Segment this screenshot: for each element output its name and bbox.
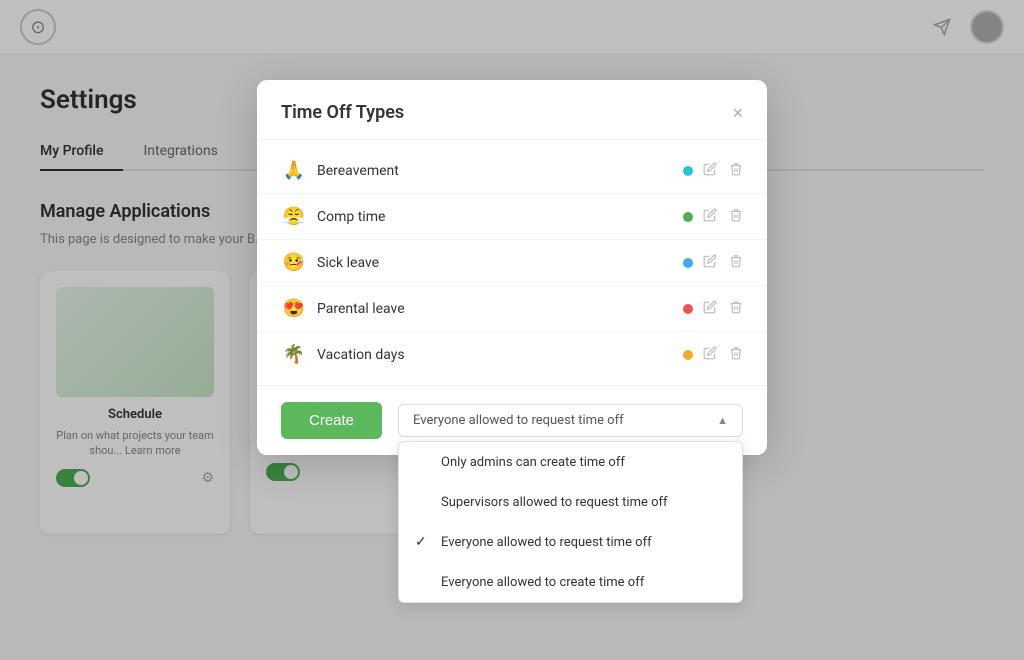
dropdown-option-supervisors[interactable]: Supervisors allowed to request time off: [399, 482, 742, 522]
create-button[interactable]: Create: [281, 402, 382, 439]
comptime-edit-icon[interactable]: [703, 208, 717, 226]
chevron-up-icon: ▲: [717, 414, 728, 427]
vacationdays-dot: [683, 350, 693, 360]
bereavement-edit-icon[interactable]: [703, 162, 717, 180]
permissions-dropdown-wrapper: Everyone allowed to request time off ▲ O…: [398, 404, 743, 437]
sickleave-actions: [703, 254, 743, 272]
sickleave-delete-icon[interactable]: [729, 254, 743, 272]
bereavement-delete-icon[interactable]: [729, 162, 743, 180]
list-item: 🤒 Sick leave: [257, 240, 767, 286]
modal-title: Time Off Types: [281, 102, 404, 123]
dropdown-option-everyone-create-label: Everyone allowed to create time off: [441, 575, 644, 590]
check-icon-admins: [415, 454, 431, 470]
comptime-emoji: 😤: [281, 206, 307, 227]
dropdown-option-everyone-create[interactable]: Everyone allowed to create time off: [399, 562, 742, 602]
permissions-dropdown-menu: Only admins can create time off Supervis…: [398, 441, 743, 603]
parentalleave-dot: [683, 304, 693, 314]
sickleave-emoji: 🤒: [281, 252, 307, 273]
bereavement-emoji: 🙏: [281, 160, 307, 181]
list-item: 😤 Comp time: [257, 194, 767, 240]
sickleave-name: Sick leave: [317, 255, 669, 271]
parentalleave-name: Parental leave: [317, 301, 669, 317]
dropdown-option-everyone-request-label: Everyone allowed to request time off: [441, 535, 652, 550]
vacationdays-actions: [703, 346, 743, 364]
check-icon-everyone-create: [415, 574, 431, 590]
comptime-dot: [683, 212, 693, 222]
dropdown-option-supervisors-label: Supervisors allowed to request time off: [441, 495, 668, 510]
dropdown-option-admins-label: Only admins can create time off: [441, 455, 625, 470]
list-item: 🌴 Vacation days: [257, 332, 767, 377]
parentalleave-edit-icon[interactable]: [703, 300, 717, 318]
vacationdays-edit-icon[interactable]: [703, 346, 717, 364]
dropdown-option-admins[interactable]: Only admins can create time off: [399, 442, 742, 482]
comptime-delete-icon[interactable]: [729, 208, 743, 226]
permissions-dropdown-selected: Everyone allowed to request time off: [413, 413, 624, 428]
modal-body: 🙏 Bereavement 😤 Comp time: [257, 140, 767, 385]
time-off-types-modal: Time Off Types × 🙏 Bereavement 😤 Comp ti…: [257, 80, 767, 455]
parentalleave-delete-icon[interactable]: [729, 300, 743, 318]
vacationdays-delete-icon[interactable]: [729, 346, 743, 364]
parentalleave-actions: [703, 300, 743, 318]
check-icon-supervisors: [415, 494, 431, 510]
vacationdays-emoji: 🌴: [281, 344, 307, 365]
sickleave-dot: [683, 258, 693, 268]
modal-header: Time Off Types ×: [257, 80, 767, 140]
bereavement-dot: [683, 166, 693, 176]
dropdown-option-everyone-request[interactable]: ✓ Everyone allowed to request time off: [399, 522, 742, 562]
permissions-dropdown-trigger[interactable]: Everyone allowed to request time off ▲: [398, 404, 743, 437]
comptime-actions: [703, 208, 743, 226]
vacationdays-name: Vacation days: [317, 347, 669, 363]
comptime-name: Comp time: [317, 209, 669, 225]
list-item: 😍 Parental leave: [257, 286, 767, 332]
parentalleave-emoji: 😍: [281, 298, 307, 319]
sickleave-edit-icon[interactable]: [703, 254, 717, 272]
bereavement-actions: [703, 162, 743, 180]
modal-close-button[interactable]: ×: [732, 104, 743, 122]
bereavement-name: Bereavement: [317, 163, 669, 179]
check-icon-everyone-request: ✓: [415, 534, 431, 550]
list-item: 🙏 Bereavement: [257, 148, 767, 194]
modal-footer: Create Everyone allowed to request time …: [257, 385, 767, 455]
